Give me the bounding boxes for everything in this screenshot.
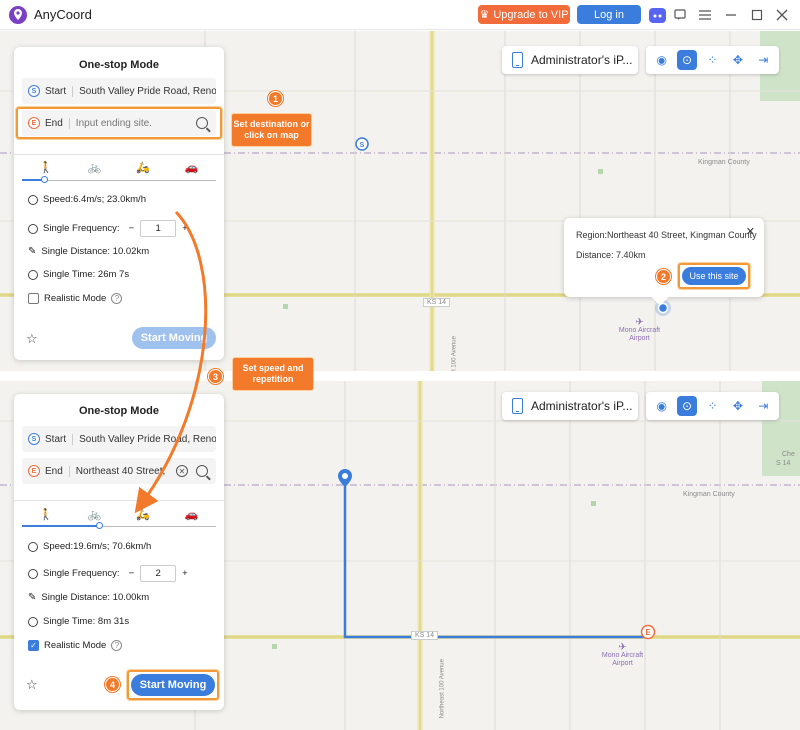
step-4-badge: 4 bbox=[105, 677, 120, 692]
step-1-badge: 1 bbox=[268, 91, 283, 106]
annotation-arrow bbox=[134, 210, 208, 514]
callout-set-destination: Set destination or click on map bbox=[231, 113, 312, 147]
step-3-badge: 3 bbox=[208, 369, 223, 384]
callout-set-speed: Set speed and repetition bbox=[232, 357, 314, 391]
step-2-badge: 2 bbox=[656, 269, 671, 284]
